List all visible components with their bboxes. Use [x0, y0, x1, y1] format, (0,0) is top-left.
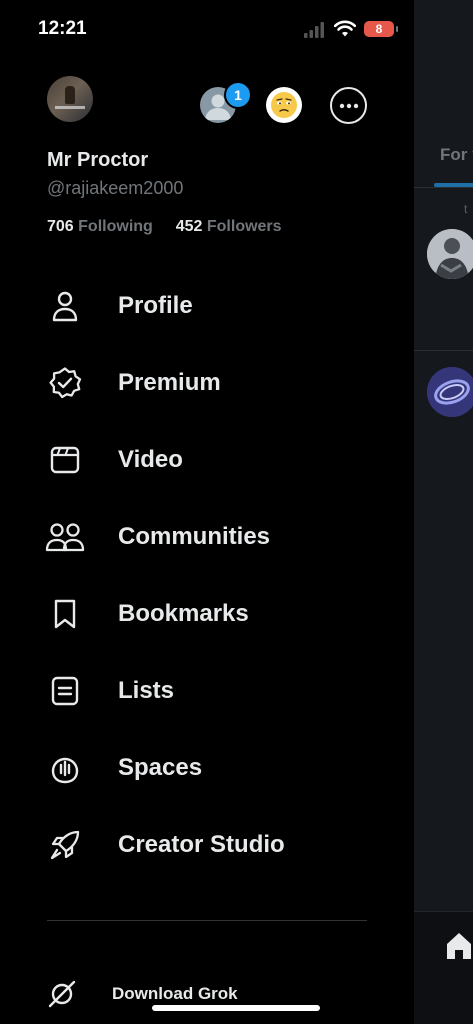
battery-level: 8 — [364, 21, 394, 37]
home-icon[interactable] — [444, 930, 473, 960]
battery-cap — [396, 26, 398, 32]
grok-icon — [40, 972, 84, 1016]
menu-item-profile[interactable]: Profile — [40, 278, 380, 334]
menu-label-profile: Profile — [118, 292, 193, 319]
person-icon — [40, 288, 90, 324]
dimmed-timeline-backdrop[interactable]: For you t — [414, 0, 473, 1024]
menu-label-communities: Communities — [118, 523, 271, 550]
status-time: 12:21 — [38, 18, 87, 39]
menu-label-video: Video — [118, 446, 183, 473]
menu-item-creator-studio[interactable]: Creator Studio — [40, 817, 380, 873]
followers-label: Followers — [206, 218, 282, 235]
verified-badge-icon — [40, 365, 90, 401]
download-grok-label: Download Grok — [112, 984, 238, 1003]
timeline-avatar — [427, 229, 473, 279]
spaces-icon — [40, 750, 90, 786]
menu-item-spaces[interactable]: Spaces — [40, 740, 380, 796]
menu-label-premium: Premium — [118, 369, 221, 396]
avatar-caption-bar — [55, 106, 85, 109]
bookmark-icon — [40, 596, 90, 632]
planet-logo-icon — [427, 367, 473, 417]
menu-divider — [47, 920, 367, 921]
avatar-figure — [65, 86, 75, 104]
menu-item-communities[interactable]: Communities — [40, 509, 380, 565]
list-icon — [40, 673, 90, 709]
status-indicators: 8 — [304, 20, 414, 40]
following-label: Following — [78, 218, 153, 235]
tab-for-you: For you — [440, 145, 473, 164]
wifi-icon — [334, 20, 356, 37]
home-indicator — [152, 1005, 320, 1011]
tab-divider — [414, 187, 473, 188]
follow-stats: 706 Following 452 Followers — [47, 218, 282, 236]
timeline-avatar-2 — [427, 367, 473, 417]
following-link[interactable]: 706 Following — [47, 218, 157, 235]
menu-item-bookmarks[interactable]: Bookmarks — [40, 586, 380, 642]
menu-item-lists[interactable]: Lists — [40, 663, 380, 719]
rocket-icon — [40, 827, 90, 863]
profile-avatar[interactable] — [47, 76, 93, 122]
video-icon — [40, 442, 90, 478]
timeline-divider — [414, 350, 473, 351]
bottom-tab-bar — [414, 911, 473, 1024]
display-name[interactable]: Mr Proctor — [47, 149, 148, 172]
ellipsis-icon — [339, 103, 358, 108]
emoji-face-icon — [271, 92, 297, 118]
user-handle[interactable]: @rajiakeem2000 — [47, 178, 183, 199]
more-options-button[interactable] — [330, 87, 367, 124]
account-notification-badge: 1 — [224, 81, 252, 109]
menu-label-creator-studio: Creator Studio — [118, 831, 285, 858]
person-photo-icon — [427, 229, 473, 279]
menu-item-premium[interactable]: Premium — [40, 355, 380, 411]
followers-count: 452 — [175, 218, 203, 235]
menu-label-lists: Lists — [118, 677, 175, 704]
second-account-avatar[interactable] — [266, 87, 302, 123]
menu-label-spaces: Spaces — [118, 754, 203, 781]
menu-item-video[interactable]: Video — [40, 432, 380, 488]
menu-label-bookmarks: Bookmarks — [118, 600, 249, 627]
following-count: 706 — [47, 218, 74, 235]
side-drawer: 12:21 8 1 Mr Proctor @rajiakeem2000 706 … — [0, 0, 414, 1024]
timeline-snippet: t — [464, 202, 468, 216]
followers-link[interactable]: 452 Followers — [176, 218, 282, 235]
communities-icon — [40, 519, 90, 555]
cellular-signal-icon — [304, 22, 324, 38]
